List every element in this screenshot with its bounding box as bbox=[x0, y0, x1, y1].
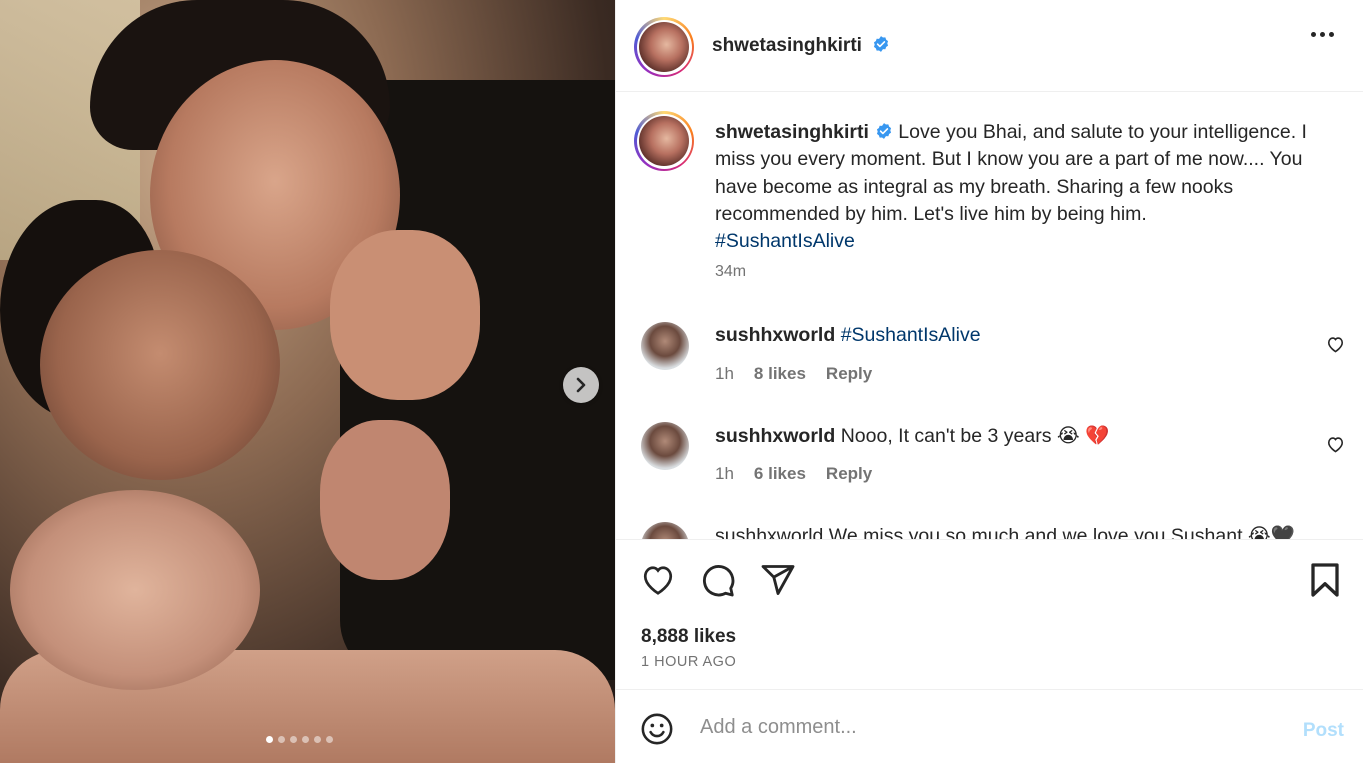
avatar-image bbox=[639, 22, 689, 72]
share-icon[interactable] bbox=[760, 562, 796, 598]
post-media[interactable] bbox=[0, 0, 615, 763]
carousel-dot bbox=[314, 736, 321, 743]
carousel-dot bbox=[266, 736, 273, 743]
post-comment-button[interactable]: Post bbox=[1303, 720, 1344, 742]
caption-hashtag-link[interactable]: #SushantIsAlive bbox=[715, 230, 855, 252]
post-likes-count[interactable]: 8,888 likes bbox=[641, 626, 736, 648]
post-actions: 8,888 likes 1 HOUR AGO bbox=[616, 539, 1363, 689]
commenter-avatar[interactable] bbox=[641, 422, 689, 470]
comment-reply-button[interactable]: Reply bbox=[826, 364, 872, 384]
photo-hand bbox=[330, 230, 480, 400]
bookmark-icon[interactable] bbox=[1310, 562, 1340, 598]
comment-input[interactable] bbox=[700, 710, 1260, 744]
carousel-indicator bbox=[266, 736, 333, 743]
comment-likes-count[interactable]: 8 likes bbox=[754, 364, 806, 384]
comment-text: sushhxworld We miss you so much and we l… bbox=[715, 525, 1295, 539]
comment-item-partial: sushhxworld We miss you so much and we l… bbox=[641, 522, 1341, 539]
photo-face-child bbox=[10, 490, 260, 690]
commenter-avatar[interactable] bbox=[641, 322, 689, 370]
author-avatar[interactable] bbox=[634, 17, 694, 77]
author-username[interactable]: shwetasinghkirti bbox=[712, 35, 862, 56]
photo-hand-2 bbox=[320, 420, 450, 580]
comment-emoji: 😭 💔 bbox=[1056, 425, 1110, 447]
caption-avatar[interactable] bbox=[634, 111, 694, 171]
post-timestamp[interactable]: 1 HOUR AGO bbox=[641, 654, 736, 670]
carousel-dot bbox=[278, 736, 285, 743]
commenter-username[interactable]: sushhxworld bbox=[715, 425, 835, 447]
emoji-icon[interactable] bbox=[640, 712, 674, 746]
post-caption: shwetasinghkirti Love you Bhai, and salu… bbox=[715, 119, 1325, 255]
verified-badge-icon bbox=[876, 123, 891, 139]
carousel-next-button[interactable] bbox=[563, 367, 599, 403]
comment-timestamp[interactable]: 1h bbox=[715, 364, 734, 384]
caption-username[interactable]: shwetasinghkirti bbox=[715, 121, 869, 143]
comment-reply-button[interactable]: Reply bbox=[826, 464, 872, 484]
comment-hashtag-link[interactable]: #SushantIsAlive bbox=[841, 324, 981, 346]
comment-timestamp[interactable]: 1h bbox=[715, 464, 734, 484]
photo-face-man bbox=[40, 250, 280, 480]
verified-badge-icon bbox=[874, 36, 889, 52]
comment-item: sushhxworld Nooo, It can't be 3 years 😭 … bbox=[616, 422, 1363, 512]
carousel-dot bbox=[290, 736, 297, 743]
comment-item: sushhxworld #SushantIsAlive 1h 8 likes R… bbox=[616, 322, 1363, 412]
heart-icon[interactable] bbox=[640, 562, 676, 596]
comment-composer: Post bbox=[616, 689, 1363, 763]
carousel-dot bbox=[326, 736, 333, 743]
more-options-icon[interactable] bbox=[1311, 32, 1334, 37]
commenter-username[interactable]: sushhxworld bbox=[715, 324, 835, 346]
commenter-avatar[interactable] bbox=[641, 522, 689, 539]
comment-like-heart-icon[interactable] bbox=[1326, 435, 1345, 453]
caption-timestamp[interactable]: 34m bbox=[715, 263, 746, 281]
comment-icon[interactable] bbox=[700, 562, 736, 598]
post-header: shwetasinghkirti bbox=[616, 0, 1363, 92]
carousel-dot bbox=[302, 736, 309, 743]
comment-text: Nooo, It can't be 3 years bbox=[840, 425, 1052, 447]
comments-section[interactable]: shwetasinghkirti Love you Bhai, and salu… bbox=[616, 92, 1363, 539]
avatar-image bbox=[639, 116, 689, 166]
comment-likes-count[interactable]: 6 likes bbox=[754, 464, 806, 484]
chevron-right-icon bbox=[576, 377, 586, 393]
post-details-panel: shwetasinghkirti shwetasinghkirti Love y… bbox=[615, 0, 1363, 763]
comment-like-heart-icon[interactable] bbox=[1326, 335, 1345, 353]
